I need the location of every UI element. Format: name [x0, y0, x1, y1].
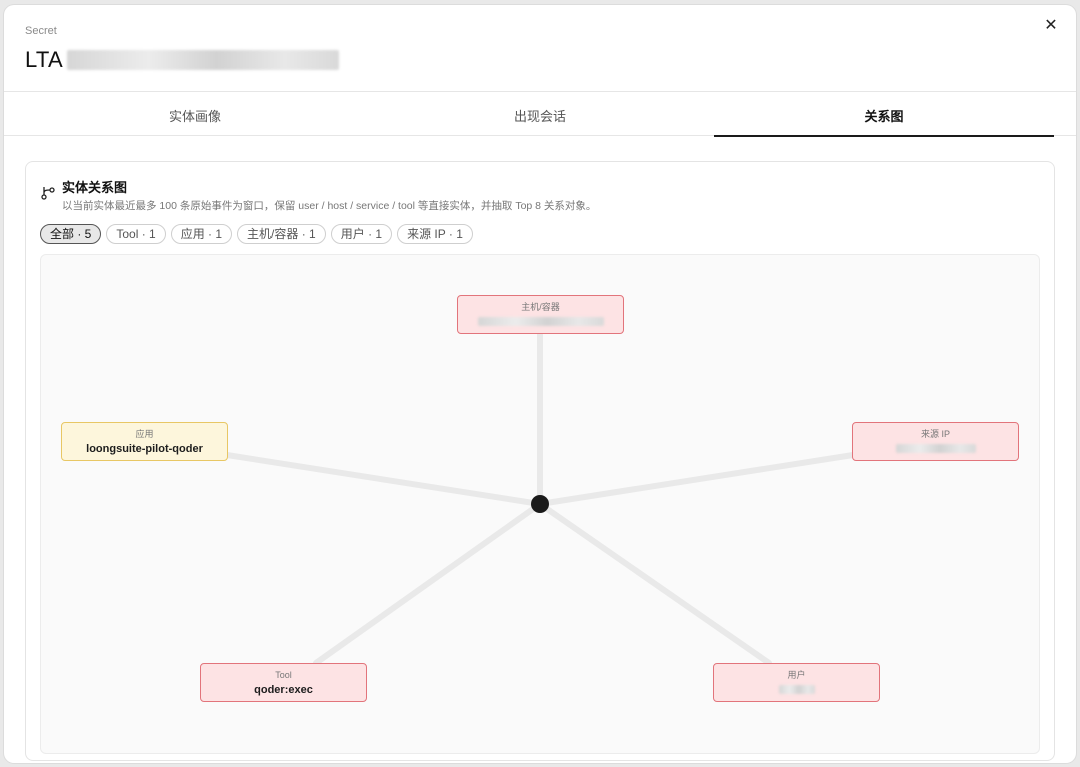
tab-relation-graph[interactable]: 关系图: [714, 92, 1054, 137]
tab-entity-profile[interactable]: 实体画像: [10, 92, 380, 136]
node-tool-type: Tool: [275, 670, 292, 680]
filter-chip-user[interactable]: 用户 · 1: [330, 224, 393, 244]
redacted-secret-value: [66, 50, 339, 70]
branch-icon: [41, 187, 55, 200]
node-host-type: 主机/容器: [521, 302, 560, 312]
filter-chip-host[interactable]: 主机/容器 · 1: [237, 224, 326, 244]
filter-chip-all[interactable]: 全部 · 5: [40, 224, 102, 244]
close-icon[interactable]: ✕: [1041, 16, 1061, 36]
tab-sessions[interactable]: 出现会话: [370, 92, 710, 136]
entity-title-prefix: LTA: [25, 47, 63, 72]
node-tool[interactable]: Tool qoder:exec: [200, 663, 367, 702]
entity-kind-label: Secret: [25, 25, 57, 37]
filter-chip-source-ip[interactable]: 来源 IP · 1: [397, 224, 473, 244]
filter-chip-app[interactable]: 应用 · 1: [170, 224, 233, 244]
card-description: 以当前实体最近最多 100 条原始事件为窗口，保留 user / host / …: [62, 200, 597, 212]
node-tool-label: qoder:exec: [254, 684, 313, 696]
graph-canvas[interactable]: 主机/容器 应用 loongsuite-pilot-qoder 来源 IP To…: [40, 254, 1040, 754]
entity-title: LTA: [25, 47, 339, 73]
node-ip-redacted: [895, 444, 976, 453]
node-user[interactable]: 用户: [713, 663, 880, 702]
center-node: [531, 495, 549, 513]
node-app-type: 应用: [135, 429, 154, 439]
relation-graph-card: 实体关系图 以当前实体最近最多 100 条原始事件为窗口，保留 user / h…: [25, 161, 1055, 761]
filter-chips: 全部 · 5 Tool · 1 应用 · 1 主机/容器 · 1 用户 · 1 …: [40, 224, 473, 244]
card-header: 实体关系图 以当前实体最近最多 100 条原始事件为窗口，保留 user / h…: [40, 179, 596, 213]
node-user-redacted: [778, 685, 815, 694]
node-app[interactable]: 应用 loongsuite-pilot-qoder: [61, 422, 228, 461]
edge-tool: [313, 501, 543, 666]
node-source-ip[interactable]: 来源 IP: [852, 422, 1019, 461]
node-ip-type: 来源 IP: [920, 429, 950, 439]
tab-bar: 实体画像 出现会话 关系图: [4, 92, 1076, 137]
node-host[interactable]: 主机/容器: [457, 295, 624, 334]
secret-detail-modal: Secret LTA ✕ 实体画像 出现会话 关系图 实体关系图 以当前实体最近…: [4, 5, 1076, 763]
edge-user: [537, 501, 772, 666]
node-host-redacted: [477, 317, 604, 326]
edge-app: [224, 452, 543, 507]
edge-ip: [537, 452, 856, 507]
node-user-type: 用户: [787, 670, 806, 680]
card-title: 实体关系图: [62, 180, 128, 195]
node-app-label: loongsuite-pilot-qoder: [86, 443, 203, 455]
filter-chip-tool[interactable]: Tool · 1: [106, 224, 166, 244]
